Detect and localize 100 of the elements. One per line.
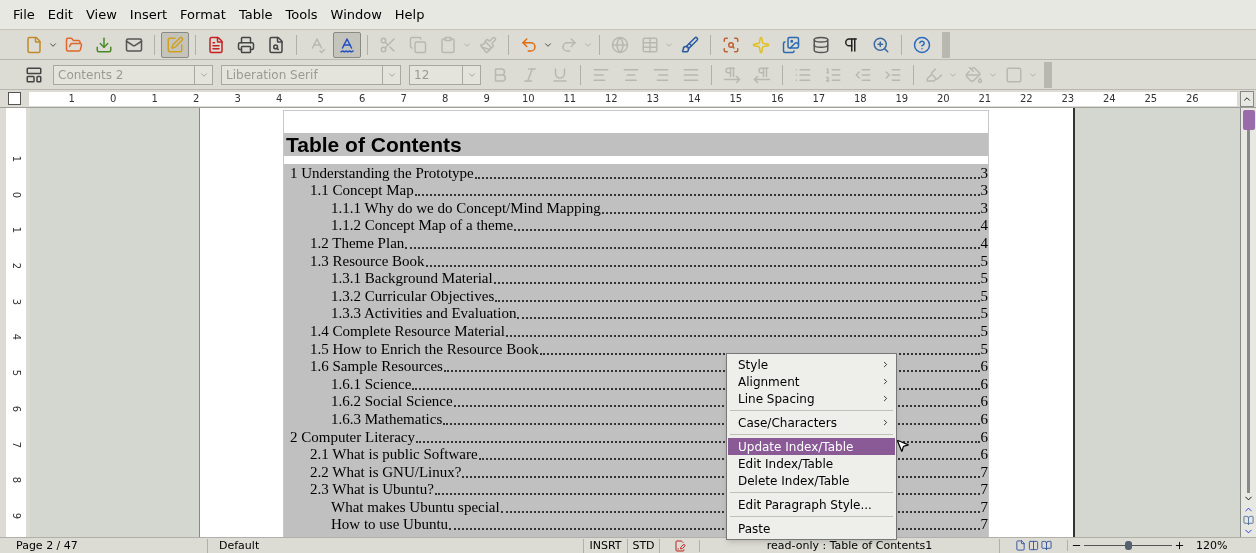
ruler-number: 11 [562,93,578,104]
undo-icon [520,35,538,54]
ruler-number: 9 [10,512,23,519]
menu-item[interactable]: Help [388,4,431,25]
italic-icon [521,65,539,84]
menu-item[interactable]: Edit [41,4,79,25]
pdf-icon [207,35,225,54]
toc-entry-title: How to use Ubuntu [331,516,449,534]
toolbar-overflow[interactable] [1044,61,1052,88]
toc-entry-title: 1.6.2 Social Science [331,393,453,411]
zoom-slider-thumb[interactable] [1125,541,1132,550]
toc-heading: Table of Contents [286,131,462,158]
vertical-scrollbar[interactable] [1240,108,1256,537]
page-number: 6 [980,446,988,464]
menu-item[interactable]: File [7,4,41,25]
toc-entry-title: 1 Understanding the Prototype [290,164,474,182]
ruler-number: 12 [603,93,619,104]
ruler-number: 18 [852,93,868,104]
folder-icon [65,35,83,54]
single-page-view-icon[interactable] [1015,540,1026,551]
page-number: 6 [980,358,988,376]
menu-item[interactable]: Insert [123,4,174,25]
context-menu-item[interactable]: Delete Index/Table [728,472,895,489]
scroll-thumb[interactable] [1242,110,1255,130]
menu-item[interactable]: Tools [279,4,324,25]
tab-stop-selector[interactable] [8,92,21,105]
ruler-number: 5 [316,93,325,104]
database-icon [812,35,830,54]
menu-item[interactable]: Window [324,4,388,25]
ruler-number: 24 [1101,93,1117,104]
paintbrush-icon [479,35,497,54]
context-menu-item[interactable]: Line Spacing [728,390,895,407]
ruler-number: 25 [1143,93,1159,104]
context-menu-item[interactable]: Case/Characters [728,414,895,431]
page-number: 7 [980,481,988,499]
ruler-number: 2 [10,262,23,270]
help-icon [913,35,931,54]
background-color-icon [1005,65,1023,84]
ruler-number: 8 [441,93,450,104]
page-number: 6 [980,393,988,411]
page-number: 5 [980,340,988,358]
page-number: 3 [980,182,988,200]
toc-entry-title: 1.2 Theme Plan [310,234,405,252]
cut-icon [379,35,397,54]
page-style: Default [208,538,584,553]
multi-page-view-icon[interactable] [1028,540,1039,551]
toc-entry-title: 1.6 Sample Resources [310,358,443,376]
star-icon [752,35,770,54]
edit-icon [166,35,184,54]
ruler-number: 15 [728,93,744,104]
styles-icon [25,65,43,84]
toc-entry-title: 2.3 What is Ubuntu? [310,481,434,499]
context-menu-item[interactable]: Update Index/Table [728,438,895,455]
toc-entry-title: What makes Ubuntu special [331,498,500,516]
selection-mode: STD [628,538,660,553]
ruler-number: 1 [10,227,23,234]
page-number: 5 [980,305,988,323]
page-number: 4 [980,234,988,252]
navigation-icon[interactable] [1243,515,1254,526]
context-menu-item[interactable]: Alignment [728,373,895,390]
ruler-number: 7 [10,441,23,448]
page-indicator: Page 2 / 47 [0,538,208,553]
zoom-icon [872,35,890,54]
ruler-number: 5 [10,369,23,377]
toc-entry-title: 1.3.3 Activities and Evaluation [331,305,517,323]
signature-icon [673,539,686,552]
menu-item[interactable]: View [79,4,123,25]
ruler-number: 17 [811,93,827,104]
ruler-number: 20 [935,93,951,104]
context-menu-item[interactable]: Paste [728,520,895,537]
menu-item[interactable]: Format [174,4,232,25]
page-number: 5 [980,252,988,270]
ruler-number: 2 [192,93,201,104]
book-view-icon[interactable] [1041,540,1052,551]
toolbar-button[interactable] [333,31,361,58]
envelope-icon [125,35,143,54]
toc-entry-title: 2.1 What is public Software [310,446,478,464]
toc-entry-title: 1.1.1 Why do we do Concept/Mind Mapping [331,199,601,217]
toc-entry-title: 1.3.2 Curricular Objectives [331,287,495,305]
page-number: 7 [980,516,988,534]
table-icon [641,35,659,54]
toc-entry-title: 1.6.3 Mathematics [331,410,443,428]
context-menu-item[interactable]: Edit Paragraph Style... [728,496,895,513]
page-number: 4 [980,217,988,235]
ruler-number: 6 [358,93,367,104]
ruler-number: 21 [977,93,993,104]
toolbar-overflow[interactable] [942,31,950,58]
new-document-icon [25,35,43,54]
underline-icon [551,65,569,84]
save-icon [95,35,113,54]
zoom-in-icon[interactable] [1174,540,1185,551]
pilcrow-icon [842,35,860,54]
toc-entry-title: 1.1 Concept Map [310,182,414,200]
ruler-number: 26 [1184,93,1200,104]
context-menu-item[interactable]: Edit Index/Table [728,455,895,472]
page-number: 5 [980,287,988,305]
menu-item[interactable]: Table [232,4,279,25]
context-menu-item[interactable]: Style [728,356,895,373]
toc-entry-title: 1.4 Complete Resource Material [310,322,505,340]
auto-spellcheck-icon [338,35,356,54]
